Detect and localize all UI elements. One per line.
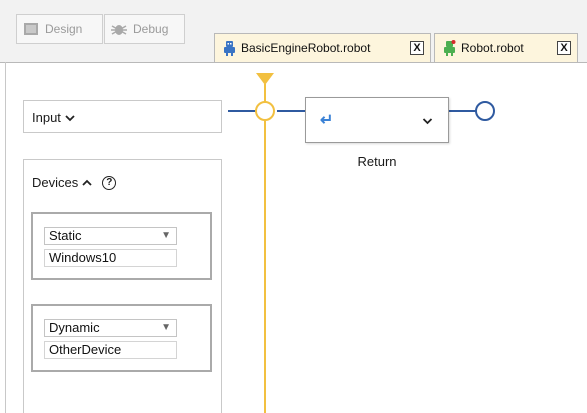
device-name-field[interactable]: Windows10 [44,249,177,267]
input-panel[interactable]: Input [23,100,222,133]
devices-panel-header[interactable]: Devices ? [32,175,117,190]
flow-line-right [448,110,476,112]
branch-line [264,84,266,413]
tab-basic-engine-robot[interactable]: BasicEngineRobot.robot X [214,33,431,62]
debug-mode-label: Debug [133,22,169,36]
dropdown-arrow-icon: ▼ [161,230,171,241]
device-mode-value: Static [49,228,82,243]
left-gutter-divider [5,62,6,413]
device-mode-value: Dynamic [49,320,100,335]
dropdown-arrow-icon: ▼ [161,322,171,333]
robot-icon [443,40,456,56]
top-toolbar: Design Debug BasicEngineRobot.robot X Ro… [0,0,587,62]
return-icon: ↵ [320,112,334,129]
chevron-up-icon[interactable] [82,175,92,190]
device-mode-select[interactable]: Dynamic ▼ [44,319,177,337]
tab-label: BasicEngineRobot.robot [241,41,371,55]
debug-mode-button[interactable]: Debug [104,14,185,44]
design-mode-button[interactable]: Design [16,14,103,44]
close-icon[interactable]: X [557,41,571,55]
debug-icon [111,22,127,36]
input-panel-header[interactable]: Input [32,110,75,125]
workarea-border [0,62,587,63]
return-step[interactable]: ↵ [305,97,449,143]
device-mode-select[interactable]: Static ▼ [44,227,177,245]
input-panel-title: Input [32,110,61,125]
flow-line-middle [277,110,305,112]
return-step-label: Return [357,154,397,169]
chevron-down-icon[interactable] [65,110,75,125]
devices-panel: Devices ? Static ▼ Windows10 Dynamic ▼ O… [23,159,222,413]
chevron-down-icon[interactable] [422,112,433,130]
help-icon[interactable]: ? [102,175,117,190]
devices-panel-title: Devices [32,175,79,190]
robot-icon [223,40,236,56]
close-icon[interactable]: X [410,41,424,55]
design-icon [23,22,39,36]
tab-label: Robot.robot [461,41,524,55]
device-name-field[interactable]: OtherDevice [44,341,177,359]
flow-end-point[interactable] [475,101,495,121]
flow-line-left [228,110,258,112]
tab-robot[interactable]: Robot.robot X [434,33,578,62]
device-card-static: Static ▼ Windows10 [31,212,212,280]
branch-point[interactable] [255,101,275,121]
execution-pointer-icon[interactable] [256,73,274,85]
design-mode-label: Design [45,22,83,36]
device-card-dynamic: Dynamic ▼ OtherDevice [31,304,212,372]
